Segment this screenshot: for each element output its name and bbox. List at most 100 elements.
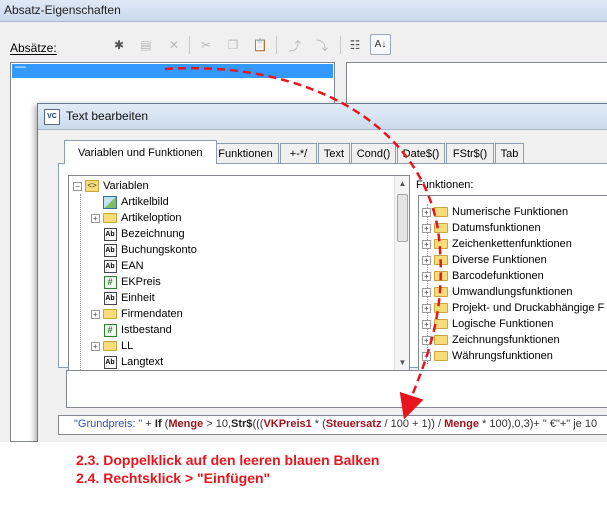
expand-toggle[interactable]: + — [422, 351, 431, 361]
function-group-item[interactable]: + Zeichenkettenfunktionen — [422, 236, 572, 252]
formula-token: > 10, — [203, 418, 232, 430]
inner-window-title: Text bearbeiten — [66, 109, 149, 123]
expand-toggle[interactable]: + — [422, 335, 431, 345]
description-box — [66, 370, 607, 408]
expand-toggle[interactable]: + — [422, 207, 431, 217]
function-group-item[interactable]: + Datumsfunktionen — [422, 220, 541, 236]
toolbar-separator — [189, 36, 190, 54]
folder-icon — [434, 333, 448, 347]
tree-item-ekpreis[interactable]: # EKPreis — [91, 274, 161, 290]
function-group-item[interactable]: + Projekt- und Druckabhängige F — [422, 300, 604, 316]
text-field-icon: Ab — [103, 227, 117, 241]
variables-icon: <> — [85, 179, 99, 193]
text-field-icon: Ab — [103, 259, 117, 273]
outer-window-title: Absatz-Eigenschaften — [4, 3, 121, 17]
expand-toggle[interactable]: + — [422, 287, 431, 297]
formula-token: "Grundpreis: " — [74, 418, 143, 430]
formula-token: Str$ — [231, 418, 253, 430]
tree-item-ll[interactable]: + LL — [91, 338, 133, 354]
formula-token: * 100),0,3)+ " €"+" je 10 — [478, 418, 598, 430]
tab-date[interactable]: Date$() — [397, 143, 445, 163]
formula-token: Menge — [168, 418, 204, 430]
tab-fstr[interactable]: FStr$() — [446, 143, 494, 163]
scroll-up-icon[interactable]: ▲ — [395, 176, 410, 191]
function-group-item[interactable]: + Barcodefunktionen — [422, 268, 544, 284]
folder-icon — [103, 339, 117, 353]
tree-item-label: Variablen — [103, 180, 149, 192]
expand-toggle[interactable]: + — [422, 239, 431, 249]
function-group-item[interactable]: + Diverse Funktionen — [422, 252, 547, 268]
tab-variablen-und-funktionen[interactable]: Variablen und Funktionen — [64, 140, 217, 164]
expand-toggle[interactable]: + — [91, 213, 100, 223]
tree-item-einheit[interactable]: Ab Einheit — [91, 290, 155, 306]
empty-blue-paragraph-bar[interactable]: — — [12, 61, 333, 78]
toolbar-separator — [340, 36, 341, 54]
tree-item-langtext[interactable]: Ab Langtext — [91, 354, 163, 370]
expand-toggle[interactable]: + — [422, 271, 431, 281]
tree-item-label: LL — [121, 340, 134, 352]
tab-tab[interactable]: Tab — [495, 143, 524, 163]
expand-toggle[interactable]: + — [91, 309, 100, 319]
variables-tree[interactable]: − <> Variablen Artikelbild + Artikelopti… — [68, 175, 410, 371]
folder-icon — [434, 285, 448, 299]
folder-icon — [434, 317, 448, 331]
tree-item-firmendaten[interactable]: + Firmendaten — [91, 306, 183, 322]
cut-icon[interactable]: ✂ — [198, 37, 214, 53]
formula-token: If — [154, 418, 162, 430]
folder-icon — [103, 211, 117, 225]
new-paragraph-icon[interactable]: ✱ — [111, 37, 127, 53]
paste-icon[interactable]: 📋 — [252, 37, 268, 53]
instructions-area: 2.3. Doppelklick auf den leeren blauen B… — [0, 442, 607, 508]
text-bearbeiten-window: VC Text bearbeiten Variablen und Funktio… — [37, 103, 607, 443]
expand-toggle[interactable]: + — [422, 303, 431, 313]
tree-item-label: Buchungskonto — [121, 244, 197, 256]
collapse-toggle[interactable]: − — [73, 181, 82, 191]
instruction-step-2-4: 2.4. Rechtsklick > "Einfügen" — [76, 470, 271, 486]
function-group-item[interactable]: + Umwandlungsfunktionen — [422, 284, 572, 300]
tree-item-artikelbild[interactable]: Artikelbild — [91, 194, 169, 210]
formula-token: ((( — [252, 418, 264, 430]
folder-icon — [434, 205, 448, 219]
tree-item-istbestand[interactable]: # Istbestand — [91, 322, 172, 338]
function-group-item[interactable]: + Währungsfunktionen — [422, 348, 553, 364]
tree-item-variablen[interactable]: − <> Variablen — [73, 178, 149, 194]
tree-item-bezeichnung[interactable]: Ab Bezeichnung — [91, 226, 185, 242]
properties-icon[interactable]: ▤ — [138, 37, 154, 53]
folder-icon — [434, 221, 448, 235]
formula-input[interactable]: "Grundpreis: " + If (Menge > 10,Str$(((V… — [58, 415, 607, 435]
tree-item-buchungskonto[interactable]: Ab Buchungskonto — [91, 242, 197, 258]
function-group-item[interactable]: + Logische Funktionen — [422, 316, 554, 332]
tab-operators[interactable]: +-*/ — [280, 143, 317, 163]
tree-item-label: Langtext — [121, 356, 164, 368]
tab-cond[interactable]: Cond() — [351, 143, 396, 163]
tree-item-label: Artikeloption — [121, 212, 182, 224]
folder-icon — [434, 269, 448, 283]
tree-item-artikeloption[interactable]: + Artikeloption — [91, 210, 182, 226]
expand-toggle[interactable]: + — [422, 319, 431, 329]
move-down-icon[interactable]: ⤵ — [314, 37, 330, 53]
tab-funktionen[interactable]: Funktionen — [212, 143, 279, 163]
tree-item-label: EAN — [121, 260, 144, 272]
expand-toggle[interactable]: + — [422, 255, 431, 265]
folder-icon — [103, 307, 117, 321]
scroll-down-icon[interactable]: ▼ — [395, 355, 410, 370]
tree-item-ean[interactable]: Ab EAN — [91, 258, 144, 274]
function-group-item[interactable]: + Numerische Funktionen — [422, 204, 568, 220]
text-field-icon: Ab — [103, 243, 117, 257]
formula-token: Menge — [444, 418, 479, 430]
tab-text[interactable]: Text — [318, 143, 350, 163]
tree-scrollbar[interactable]: ▲ ▼ — [394, 176, 409, 370]
expand-toggle[interactable]: + — [422, 223, 431, 233]
delete-icon[interactable]: ✕ — [166, 37, 182, 53]
number-field-icon: # — [103, 323, 117, 337]
tree-item-label: Einheit — [121, 292, 155, 304]
view-list-icon[interactable]: ☷ — [347, 37, 363, 53]
scroll-thumb[interactable] — [397, 194, 408, 242]
functions-tree[interactable]: + Numerische Funktionen + Datumsfunktionen… — [418, 195, 607, 371]
move-up-icon[interactable]: ⤴ — [287, 37, 303, 53]
expand-toggle[interactable]: + — [91, 341, 100, 351]
text-field-icon: Ab — [103, 355, 117, 369]
function-group-item[interactable]: + Zeichnungsfunktionen — [422, 332, 560, 348]
sort-az-button[interactable]: A↓ — [370, 34, 391, 55]
copy-icon[interactable]: ❐ — [225, 37, 241, 53]
